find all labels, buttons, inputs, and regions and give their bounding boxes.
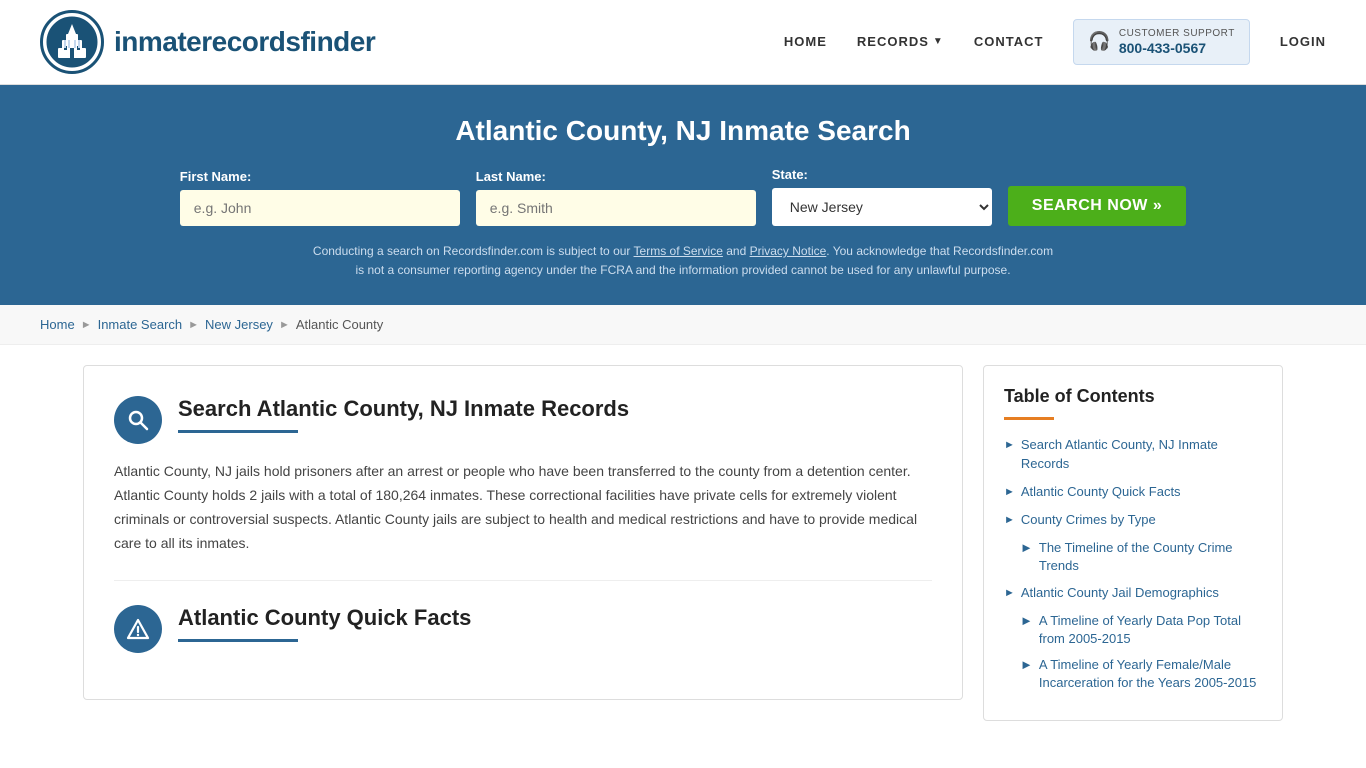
toc-link-4[interactable]: ► Atlantic County Jail Demographics	[1004, 584, 1262, 602]
hero-disclaimer: Conducting a search on Recordsfinder.com…	[308, 242, 1058, 280]
hero-section: Atlantic County, NJ Inmate Search First …	[0, 85, 1366, 305]
breadcrumb-separator-3: ►	[279, 319, 290, 331]
last-name-group: Last Name:	[476, 169, 756, 226]
toc-item-4: ► Atlantic County Jail Demographics	[1004, 584, 1262, 602]
toc-item-2: ► County Crimes by Type	[1004, 511, 1262, 529]
state-select[interactable]: New JerseyAlabamaAlaskaArizonaArkansasCa…	[772, 188, 992, 226]
section2-underline	[178, 639, 298, 642]
chevron-right-icon: ►	[1020, 612, 1033, 630]
breadcrumb-state[interactable]: New Jersey	[205, 317, 273, 332]
toc-link-6[interactable]: ► A Timeline of Yearly Female/Male Incar…	[1020, 656, 1262, 692]
breadcrumb-separator-2: ►	[188, 319, 199, 331]
chevron-down-icon: ▼	[933, 36, 944, 47]
state-group: State: New JerseyAlabamaAlaskaArizonaArk…	[772, 167, 992, 226]
main-container: Search Atlantic County, NJ Inmate Record…	[43, 365, 1323, 721]
toc-link-5[interactable]: ► A Timeline of Yearly Data Pop Total fr…	[1020, 612, 1262, 648]
toc-underline	[1004, 417, 1054, 420]
nav-records[interactable]: RECORDS ▼	[857, 34, 944, 49]
toc-item-3: ► The Timeline of the County Crime Trend…	[1020, 539, 1262, 575]
search-icon	[114, 396, 162, 444]
last-name-label: Last Name:	[476, 169, 756, 184]
breadcrumb: Home ► Inmate Search ► New Jersey ► Atla…	[0, 305, 1366, 345]
breadcrumb-home[interactable]: Home	[40, 317, 75, 332]
logo-area: inmaterecordsfinder	[40, 10, 375, 74]
toc-link-2[interactable]: ► County Crimes by Type	[1004, 511, 1262, 529]
toc-item-6: ► A Timeline of Yearly Female/Male Incar…	[1020, 656, 1262, 692]
breadcrumb-inmate-search[interactable]: Inmate Search	[98, 317, 183, 332]
hero-title: Atlantic County, NJ Inmate Search	[40, 115, 1326, 147]
chevron-right-icon: ►	[1004, 438, 1015, 453]
first-name-label: First Name:	[180, 169, 460, 184]
search-form: First Name: Last Name: State: New Jersey…	[40, 167, 1326, 226]
section1-body: Atlantic County, NJ jails hold prisoners…	[114, 460, 932, 555]
toc-title: Table of Contents	[1004, 386, 1262, 407]
toc-item-5: ► A Timeline of Yearly Data Pop Total fr…	[1020, 612, 1262, 648]
first-name-group: First Name:	[180, 169, 460, 226]
first-name-input[interactable]	[180, 190, 460, 226]
customer-support-number: 800-433-0567	[1119, 40, 1235, 57]
chevron-right-icon: ►	[1004, 513, 1015, 528]
content-area: Search Atlantic County, NJ Inmate Record…	[83, 365, 963, 699]
breadcrumb-county: Atlantic County	[296, 317, 383, 332]
chevron-right-icon: ►	[1020, 539, 1033, 557]
logo-icon	[40, 10, 104, 74]
nav-contact[interactable]: CONTACT	[974, 34, 1044, 49]
toc-list: ► Search Atlantic County, NJ Inmate Reco…	[1004, 436, 1262, 692]
section2-header: Atlantic County Quick Facts	[114, 605, 932, 653]
toc-link-1[interactable]: ► Atlantic County Quick Facts	[1004, 483, 1262, 501]
breadcrumb-separator-1: ►	[81, 319, 92, 331]
nav-login[interactable]: LOGIN	[1280, 34, 1326, 49]
privacy-link[interactable]: Privacy Notice	[750, 244, 827, 258]
sidebar-toc: Table of Contents ► Search Atlantic Coun…	[983, 365, 1283, 721]
customer-support-label: CUSTOMER SUPPORT	[1119, 28, 1235, 40]
main-nav: HOME RECORDS ▼ CONTACT 🎧 CUSTOMER SUPPOR…	[784, 19, 1326, 66]
last-name-input[interactable]	[476, 190, 756, 226]
chevron-right-icon: ►	[1020, 656, 1033, 674]
search-button[interactable]: SEARCH NOW »	[1008, 186, 1186, 226]
customer-support-button[interactable]: 🎧 CUSTOMER SUPPORT 800-433-0567	[1073, 19, 1249, 66]
section1-title: Search Atlantic County, NJ Inmate Record…	[178, 396, 932, 422]
section1-header: Search Atlantic County, NJ Inmate Record…	[114, 396, 932, 444]
logo-text: inmaterecordsfinder	[114, 26, 375, 58]
toc-link-3[interactable]: ► The Timeline of the County Crime Trend…	[1020, 539, 1262, 575]
toc-item-1: ► Atlantic County Quick Facts	[1004, 483, 1262, 501]
alert-icon	[114, 605, 162, 653]
chevron-right-icon: ►	[1004, 586, 1015, 601]
nav-home[interactable]: HOME	[784, 34, 827, 49]
terms-link[interactable]: Terms of Service	[634, 244, 723, 258]
toc-item-0: ► Search Atlantic County, NJ Inmate Reco…	[1004, 436, 1262, 472]
section2-title: Atlantic County Quick Facts	[178, 605, 932, 631]
headset-icon: 🎧	[1088, 31, 1110, 52]
toc-link-0[interactable]: ► Search Atlantic County, NJ Inmate Reco…	[1004, 436, 1262, 472]
state-label: State:	[772, 167, 992, 182]
site-header: inmaterecordsfinder HOME RECORDS ▼ CONTA…	[0, 0, 1366, 85]
chevron-right-icon: ►	[1004, 485, 1015, 500]
section1-underline	[178, 430, 298, 433]
section-divider	[114, 580, 932, 581]
